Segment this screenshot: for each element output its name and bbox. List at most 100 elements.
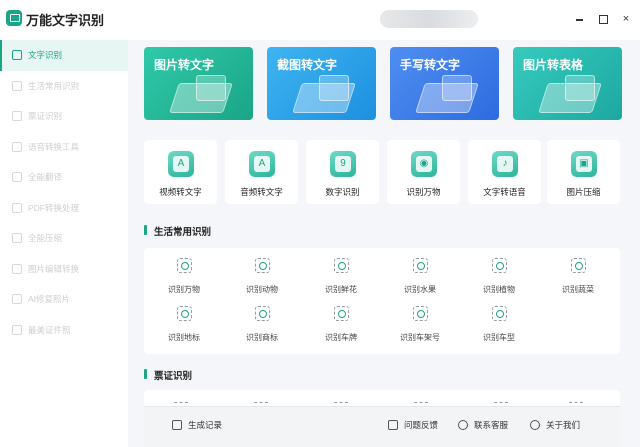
banner-image-to-text[interactable]: 图片转文字 [144,47,253,120]
life-item-label: 识别水果 [404,285,436,294]
life-item-license-plate[interactable]: 识别车牌 [311,306,371,346]
about-button[interactable]: 关于我们 [530,419,580,431]
sidebar-item-id-photo[interactable]: 最美证件照 [0,315,128,346]
eye-scan-icon [177,258,192,273]
music-note-icon: ♪ [492,151,518,177]
translate-icon [12,172,22,183]
sidebar-item-voice-tools[interactable]: 语音转换工具 [0,132,128,163]
sidebar-item-label: 全能压缩 [28,233,63,244]
life-item-label: 识别车架号 [400,333,440,342]
history-button[interactable]: 生成记录 [172,419,222,431]
life-item-label: 识别万物 [168,285,200,294]
life-item-animal[interactable]: 识别动物 [232,258,292,298]
sidebar-item-label: PDF转换处理 [28,202,80,213]
sidebar: 文字识别 生活常用识别 票证识别 语音转换工具 全能翻译 PDF转换处理 全能压… [0,40,128,447]
sidebar-item-ticket-recognition[interactable]: 票证识别 [0,101,128,132]
life-item-label: 识别地标 [168,333,200,342]
sidebar-item-text-recognition[interactable]: 文字识别 [0,40,128,71]
eye-scan-icon: ◉ [411,151,437,177]
tool-digit-recognition[interactable]: 9 数字识别 [306,140,379,204]
vegetable-scan-icon [571,258,586,273]
chat-icon [458,420,468,430]
tool-text-to-speech[interactable]: ♪ 文字转语音 [468,140,541,204]
pen-frame-icon [442,75,472,101]
trademark-scan-icon [255,306,270,321]
sidebar-item-pdf[interactable]: PDF转换处理 [0,193,128,224]
life-item-flower[interactable]: 识别鲜花 [311,258,371,298]
sidebar-item-label: 全能翻译 [28,172,63,183]
section-title-life: 生活常用识别 [144,224,211,238]
animal-scan-icon [255,258,270,273]
crop-frame-icon [319,75,349,101]
truck-scan-icon [492,306,507,321]
life-item-landmark[interactable]: 识别地标 [154,306,214,346]
image-compress-icon: ▣ [571,151,597,177]
compress-icon [12,233,22,244]
banner-title: 截图转文字 [277,58,338,72]
fruit-scan-icon [413,258,428,273]
video-text-icon: A [168,151,194,177]
image-edit-icon [12,263,22,274]
banner-screenshot-to-text[interactable]: 截图转文字 [267,47,376,120]
tool-label: 图片压缩 [566,187,601,197]
vin-scan-icon [413,306,428,321]
life-item-fruit[interactable]: 识别水果 [390,258,450,298]
tool-recognize-everything[interactable]: ◉ 识别万物 [387,140,460,204]
life-item-vin[interactable]: 识别车架号 [390,306,450,346]
footer-bar: 生成记录 问题反馈 联系客服 关于我们 [144,406,620,447]
banner-handwriting-to-text[interactable]: 手写转文字 [390,47,499,120]
life-item-label: 识别商标 [246,333,278,342]
life-scan-icon [12,80,22,91]
id-photo-icon [12,324,22,335]
minimize-button[interactable] [573,13,585,25]
feedback-button[interactable]: 问题反馈 [388,419,438,431]
feedback-label: 问题反馈 [404,420,439,430]
feedback-icon [388,420,398,430]
close-button[interactable]: × [620,13,632,25]
sidebar-item-label: 语音转换工具 [28,141,80,152]
tool-label: 视频转文字 [159,187,202,197]
life-item-vegetable[interactable]: 识别蔬菜 [548,258,608,298]
life-item-label: 识别植物 [483,285,515,294]
section-title-ticket: 票证识别 [144,368,192,382]
picture-frame-icon [196,75,226,101]
life-item-label: 识别蔬菜 [562,285,594,294]
digit-icon: 9 [330,151,356,177]
tool-video-to-text[interactable]: A 视频转文字 [144,140,217,204]
ticket-icon [12,111,22,122]
table-grid-icon [565,75,595,101]
tool-image-compress[interactable]: ▣ 图片压缩 [547,140,620,204]
audio-text-icon: A [249,151,275,177]
sidebar-item-label: AI修复照片 [28,294,71,305]
sidebar-item-image-edit[interactable]: 图片编辑转换 [0,254,128,285]
sidebar-item-translate[interactable]: 全能翻译 [0,162,128,193]
plant-scan-icon [492,258,507,273]
support-button[interactable]: 联系客服 [458,419,508,431]
banner-title: 手写转文字 [400,58,461,72]
life-item-trademark[interactable]: 识别商标 [232,306,292,346]
title-bar: 万能文字识别 × [0,0,640,40]
banner-image-to-table[interactable]: 图片转表格 [513,47,622,120]
document-edit-icon [172,420,182,430]
sidebar-item-life-recognition[interactable]: 生活常用识别 [0,71,128,102]
sidebar-item-label: 图片编辑转换 [28,263,80,274]
pdf-icon [12,202,22,213]
life-item-car-model[interactable]: 识别车型 [469,306,529,346]
sidebar-item-ai-photo-repair[interactable]: AI修复照片 [0,284,128,315]
tool-label: 音频转文字 [240,187,283,197]
landmark-scan-icon [177,306,192,321]
sidebar-item-compress[interactable]: 全能压缩 [0,223,128,254]
maximize-button[interactable] [597,13,609,25]
sidebar-item-label: 票证识别 [28,111,63,122]
sidebar-item-label: 文字识别 [28,50,63,61]
tool-label: 识别万物 [406,187,441,197]
tool-audio-to-text[interactable]: A 音频转文字 [225,140,298,204]
life-item-everything[interactable]: 识别万物 [154,258,214,298]
life-item-plant[interactable]: 识别植物 [469,258,529,298]
text-scan-icon [12,50,22,61]
tool-label: 文字转语音 [483,187,526,197]
app-title: 万能文字识别 [26,13,105,28]
user-account-blurred[interactable] [380,10,478,28]
support-label: 联系客服 [474,420,509,430]
voice-icon [12,141,22,152]
